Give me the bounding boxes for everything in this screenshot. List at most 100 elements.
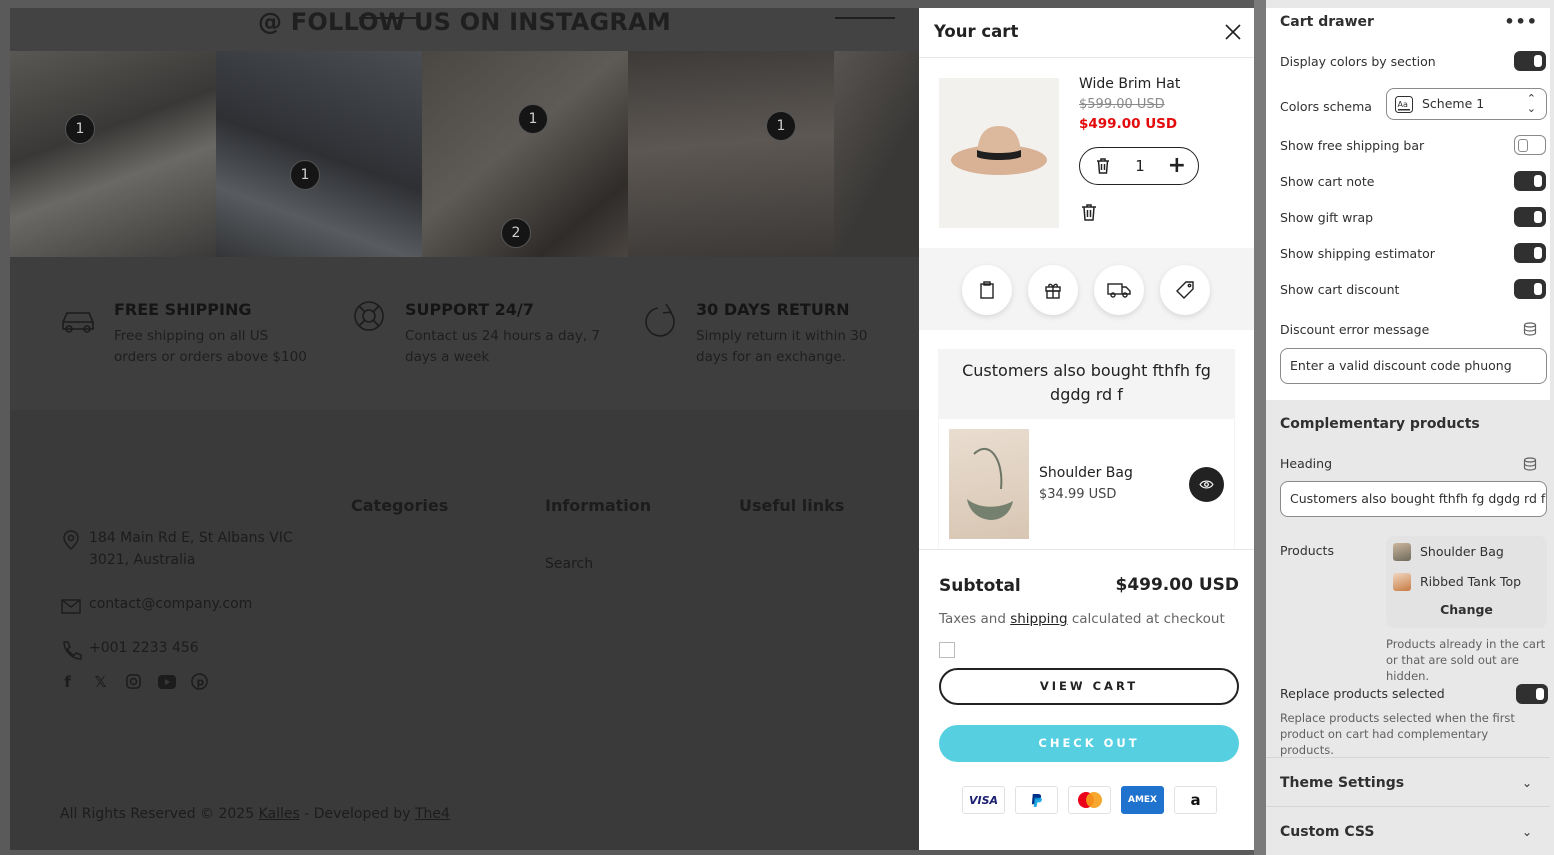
gift-wrap-button[interactable] [1028,265,1078,315]
close-icon[interactable] [1222,21,1244,43]
chevron-down-icon[interactable]: ⌄ [1522,776,1532,790]
x-twitter-icon[interactable]: 𝕏 [91,672,110,691]
hotspot-pin[interactable]: 1 [518,104,548,134]
dynamic-source-icon[interactable] [1523,322,1537,336]
setting-display-colors: Display colors by section [1280,51,1546,73]
setting-label: Show cart note [1280,174,1375,189]
quick-view-button[interactable] [1189,467,1224,502]
clipboard-icon [980,281,994,299]
sidebar-divider [1254,0,1266,855]
feature-text: Contact us 24 hours a day, 7 days a week [405,328,600,365]
item-compare-price: $599.00 USD [1079,97,1165,112]
shipping-link[interactable]: shipping [1010,611,1067,627]
toggle-replace-products[interactable] [1516,684,1548,704]
selected-product[interactable]: Shoulder Bag [1393,541,1543,563]
feature-title: 30 DAYS RETURN [696,300,850,319]
plus-icon[interactable]: + [1168,153,1186,178]
facebook-icon[interactable]: f [58,672,77,691]
toggle-cart-discount[interactable] [1514,279,1546,299]
remove-item-icon[interactable] [1079,202,1099,222]
selected-product[interactable]: Ribbed Tank Top [1393,571,1543,593]
developer-link[interactable]: The4 [415,806,450,822]
product-image-bag[interactable] [949,429,1029,539]
shipping-estimator-button[interactable] [1094,265,1144,315]
toggle-display-colors[interactable] [1514,51,1546,71]
toggle-free-shipping[interactable] [1514,135,1546,155]
gift-icon [1045,283,1061,299]
heading-input[interactable]: Customers also bought fthfh fg dgdg rd f [1280,481,1547,517]
quantity-stepper: 1 + [1079,147,1199,185]
complementary-title: Complementary products [1280,416,1480,432]
colors-schema-select[interactable]: Aa Scheme 1 ⌃ ⌄ [1386,88,1547,120]
discount-button[interactable] [1160,265,1210,315]
taxes-text: Taxes and [939,611,1011,627]
instagram-post[interactable]: 1 [10,51,216,257]
replace-help-text: Replace products selected when the first… [1280,711,1515,757]
checkout-button[interactable]: CHECK OUT [939,725,1239,762]
feature-title: SUPPORT 24/7 [405,300,534,319]
setting-gift-wrap: Show gift wrap [1280,207,1546,229]
site-footer: Categories Information Useful links Sear… [10,410,919,850]
footer-email[interactable]: contact@company.com [60,593,340,615]
brand-link[interactable]: Kalles [259,806,300,822]
color-swatch-icon: Aa [1395,96,1413,113]
hotspot-pin[interactable]: 2 [501,218,531,248]
panel-title: Cart drawer [1280,14,1374,30]
cart-tools [919,248,1254,330]
toggle-shipping-estimator[interactable] [1514,243,1546,263]
footer-information-title: Information [545,496,652,515]
instagram-post[interactable]: 1 2 [422,51,628,257]
feature-text: Free shipping on all US orders or orders… [114,328,307,365]
pinterest-icon[interactable]: p [190,672,209,691]
instagram-post[interactable]: 1 [216,51,422,257]
refresh-icon [645,303,675,337]
email-text: contact@company.com [89,596,253,612]
toggle-cart-note[interactable] [1514,171,1546,191]
footer-phone[interactable]: +001 2233 456 [60,637,340,660]
change-products-button[interactable]: Change [1386,602,1547,617]
visa-icon: VISA [962,786,1005,814]
chevron-up-down-icon: ⌃ ⌄ [1526,92,1536,115]
payment-icons: VISA AMEX a [962,786,1217,814]
paypal-icon [1015,786,1058,814]
item-price: $499.00 USD [1079,116,1178,132]
setting-label: Colors schema [1280,99,1372,114]
amazon-icon: a [1174,786,1217,814]
hotspot-pin[interactable]: 1 [766,111,796,141]
youtube-icon[interactable] [157,672,176,691]
more-options-icon[interactable]: ••• [1504,12,1538,31]
phone-icon [63,641,82,660]
toggle-gift-wrap[interactable] [1514,207,1546,227]
instagram-icon[interactable] [124,672,143,691]
discount-error-input[interactable]: Enter a valid discount code phuong [1280,348,1547,384]
colors-schema-value: Scheme 1 [1422,96,1485,111]
hotspot-pin[interactable]: 1 [65,114,95,144]
setting-label: Show shipping estimator [1280,246,1435,261]
instagram-post[interactable] [834,51,919,257]
terms-checkbox[interactable] [939,642,955,658]
chevron-down-icon[interactable]: ⌄ [1522,825,1532,839]
feature-text: Simply return it within 30 days for an e… [696,328,868,365]
subtotal-value: $499.00 USD [1115,575,1239,595]
developed-by-text: - Developed by [299,806,415,822]
instagram-header: @ FOLLOW US ON INSTAGRAM [10,8,919,51]
hotspot-pin[interactable]: 1 [290,160,320,190]
section-divider [1266,806,1550,807]
cart-header: Your cart [919,8,1254,58]
product-image-hat[interactable] [939,78,1059,228]
dynamic-source-icon[interactable] [1523,457,1537,471]
products-picker: Shoulder Bag Ribbed Tank Top Change [1386,536,1547,628]
setting-label: Display colors by section [1280,54,1436,69]
custom-css-section[interactable]: Custom CSS [1280,824,1374,840]
setting-cart-note: Show cart note [1280,171,1546,193]
footer-search-link[interactable]: Search [545,556,593,572]
product-thumbnail [1393,573,1411,591]
upsell-product-name[interactable]: Shoulder Bag [1039,465,1133,481]
theme-settings-section[interactable]: Theme Settings [1280,775,1404,791]
view-cart-button[interactable]: VIEW CART [939,668,1239,705]
item-name[interactable]: Wide Brim Hat [1079,76,1180,92]
visa-label: VISA [968,793,999,807]
setting-label: Discount error message [1280,322,1430,337]
instagram-post[interactable]: 1 [628,51,834,257]
cart-note-button[interactable] [962,265,1012,315]
